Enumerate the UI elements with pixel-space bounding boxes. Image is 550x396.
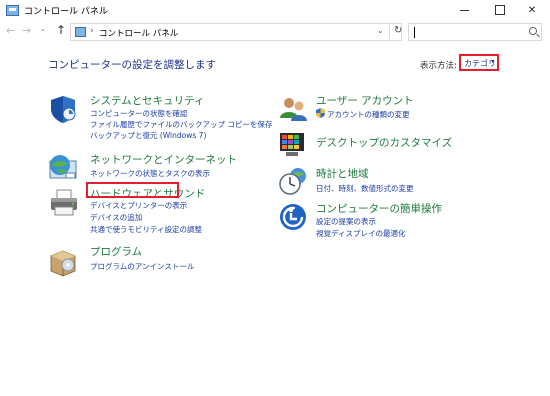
link-add-device[interactable]: デバイスの追加 <box>90 212 142 223</box>
search-input[interactable] <box>408 23 542 41</box>
text-caret <box>414 27 415 38</box>
link-check-status[interactable]: コンピューターの状態を確認 <box>90 108 188 119</box>
chevron-down-icon: ▾ <box>491 58 495 65</box>
globe-network-icon[interactable] <box>48 152 78 182</box>
back-arrow-icon[interactable]: ← <box>6 24 15 37</box>
minimize-button[interactable] <box>446 0 482 20</box>
link-recommended-settings[interactable]: 設定の提案の表示 <box>316 216 376 227</box>
window-title: コントロール パネル <box>24 7 108 17</box>
clock-globe-icon[interactable] <box>278 166 308 196</box>
printer-icon[interactable] <box>48 188 78 218</box>
navigation-bar: ← → ⌄ ↑ › コントロール パネル › ⌄ ↻ <box>0 22 550 42</box>
close-button[interactable]: ✕ <box>514 0 550 20</box>
breadcrumb-separator[interactable]: › <box>90 26 94 36</box>
control-panel-icon <box>75 27 86 37</box>
category-title-ease-of-access[interactable]: コンピューターの簡単操作 <box>316 201 442 216</box>
category-title-desktop-customization[interactable]: デスクトップのカスタマイズ <box>316 135 452 150</box>
highlight-box-hardware-sound <box>86 182 179 198</box>
up-arrow-icon[interactable]: ↑ <box>56 23 66 37</box>
category-title-network-internet[interactable]: ネットワークとインターネット <box>90 152 237 167</box>
users-icon[interactable] <box>278 94 308 124</box>
address-bar[interactable]: › コントロール パネル › ⌄ ↻ <box>70 23 402 41</box>
recent-locations-chevron-icon[interactable]: ⌄ <box>40 25 46 33</box>
category-title-user-accounts[interactable]: ユーザー アカウント <box>316 93 414 108</box>
refresh-icon[interactable]: ↻ <box>389 25 402 39</box>
view-by-dropdown[interactable]: カテゴリ ▾ <box>459 54 499 71</box>
category-title-clock-region[interactable]: 時計と地域 <box>316 166 369 181</box>
category-title-programs[interactable]: プログラム <box>90 244 142 259</box>
program-box-icon[interactable] <box>48 247 78 277</box>
link-backup-restore[interactable]: バックアップと復元 (Windows 7) <box>90 130 206 141</box>
link-file-history[interactable]: ファイル履歴でファイルのバックアップ コピーを保存 <box>90 119 272 130</box>
uac-shield-icon <box>316 108 325 118</box>
link-network-status[interactable]: ネットワークの状態とタスクの表示 <box>90 168 210 179</box>
shield-icon[interactable] <box>48 94 78 124</box>
page-title: コンピューターの設定を調整します <box>48 59 216 71</box>
link-change-account-type[interactable]: アカウントの種類の変更 <box>327 109 410 120</box>
forward-arrow-icon[interactable]: → <box>22 24 31 37</box>
accessibility-icon[interactable] <box>278 202 308 232</box>
link-optimize-visual-display[interactable]: 視覚ディスプレイの最適化 <box>316 228 405 239</box>
link-uninstall-program[interactable]: プログラムのアンインストール <box>90 261 194 272</box>
link-devices-printers[interactable]: デバイスとプリンターの表示 <box>90 200 187 211</box>
control-panel-icon <box>6 5 19 16</box>
breadcrumb-separator[interactable]: › <box>164 26 168 36</box>
title-bar: コントロール パネル ✕ <box>0 0 550 22</box>
desktop-color-icon[interactable] <box>278 130 308 160</box>
address-dropdown-icon[interactable]: ⌄ <box>377 26 384 35</box>
link-change-date-time-format[interactable]: 日付、時刻、数値形式の変更 <box>316 183 414 194</box>
category-title-system-security[interactable]: システムとセキュリティ <box>90 93 205 108</box>
maximize-button[interactable] <box>482 0 518 20</box>
search-icon <box>529 27 537 35</box>
link-mobility-settings[interactable]: 共通で使うモビリティ設定の調整 <box>90 224 202 235</box>
view-by-label: 表示方法: <box>420 61 457 71</box>
